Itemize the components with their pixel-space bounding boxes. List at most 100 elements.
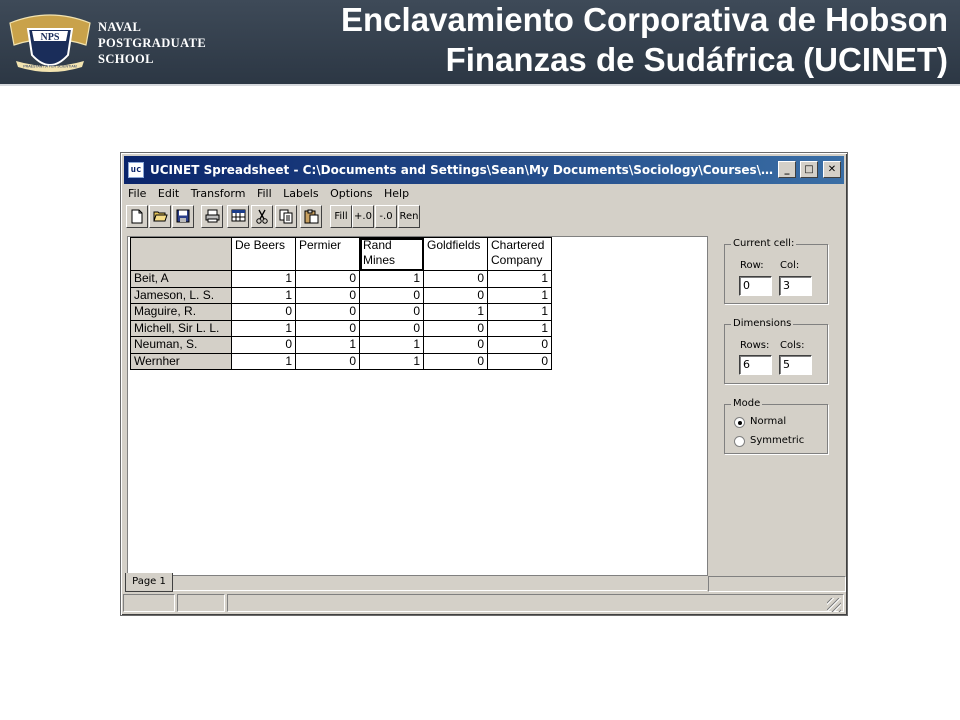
copy-button[interactable] [275, 205, 297, 228]
mode-symmetric-radio[interactable] [734, 436, 745, 447]
menu-bar: File Edit Transform Fill Labels Options … [124, 185, 844, 203]
row-header[interactable]: Beit, A [130, 270, 232, 288]
print-button[interactable] [201, 205, 223, 228]
matrix-cell[interactable]: 0 [295, 303, 360, 321]
matrix-cell[interactable]: 1 [423, 303, 488, 321]
matrix-cell[interactable]: 0 [423, 286, 488, 304]
fill-button[interactable]: Fill [330, 205, 352, 228]
matrix-cell[interactable]: 1 [359, 270, 424, 288]
mode-normal-label: Normal [750, 416, 787, 427]
menu-edit[interactable]: Edit [154, 185, 183, 203]
col-header-label: Rand [363, 238, 392, 252]
current-row-field[interactable]: 0 [739, 276, 772, 296]
menu-fill[interactable]: Fill [253, 185, 276, 203]
row-header[interactable]: Jameson, L. S. [130, 286, 232, 304]
paste-button[interactable] [300, 205, 322, 228]
cols-label: Cols: [780, 340, 805, 351]
spreadsheet-grid[interactable]: De Beers Permier Rand Mines Goldfields Ch… [127, 236, 708, 576]
nps-motto-text: PRAESTANTIA PER SCIENTIAM [23, 65, 76, 69]
matrix-cell[interactable]: 1 [487, 319, 552, 337]
col-header-label-line-2: Mines [363, 253, 396, 267]
matrix-cell[interactable]: 1 [487, 286, 552, 304]
table-row: Jameson, L. S. 1 0 0 0 1 [130, 286, 552, 304]
paste-icon [304, 209, 318, 224]
matrix-cell[interactable]: 1 [359, 352, 424, 370]
matrix-cell[interactable]: 0 [423, 319, 488, 337]
row-header[interactable]: Neuman, S. [130, 336, 232, 354]
grid-button[interactable] [227, 205, 249, 228]
wordmark-line-2: POSTGRADUATE [98, 36, 207, 50]
col-header-goldfields[interactable]: Goldfields [423, 237, 488, 271]
table-row: Maguire, R. 0 0 0 1 1 [130, 303, 552, 321]
col-label: Col: [780, 260, 800, 271]
minimize-button[interactable]: _ [778, 161, 796, 178]
window-titlebar[interactable]: uc UCINET Spreadsheet - C:\Documents and… [124, 156, 844, 184]
current-cell-label: Current cell: [731, 237, 797, 251]
matrix-cell[interactable]: 0 [359, 303, 424, 321]
matrix-cell[interactable]: 0 [487, 352, 552, 370]
ucinet-app-icon[interactable]: uc [128, 162, 144, 178]
matrix-cell[interactable]: 0 [231, 303, 296, 321]
matrix-cell[interactable]: 0 [231, 336, 296, 354]
matrix-cell[interactable]: 0 [295, 352, 360, 370]
status-pane-3 [227, 594, 844, 612]
menu-help[interactable]: Help [380, 185, 413, 203]
matrix-cell[interactable]: 0 [295, 286, 360, 304]
row-header[interactable]: Maguire, R. [130, 303, 232, 321]
save-button[interactable] [172, 205, 194, 228]
col-header-de-beers[interactable]: De Beers [231, 237, 296, 271]
matrix-cell[interactable]: 1 [231, 352, 296, 370]
print-icon [205, 209, 219, 223]
matrix-cell[interactable]: 1 [231, 270, 296, 288]
matrix-cell[interactable]: 0 [359, 286, 424, 304]
menu-options[interactable]: Options [326, 185, 376, 203]
col-header-label: Goldfields [427, 238, 481, 252]
matrix-cell[interactable]: 1 [487, 270, 552, 288]
matrix-cell[interactable]: 0 [423, 352, 488, 370]
wordmark-line-3: SCHOOL [98, 52, 154, 66]
matrix-cell[interactable]: 0 [487, 336, 552, 354]
matrix-cell[interactable]: 0 [295, 270, 360, 288]
matrix-cell[interactable]: 1 [359, 336, 424, 354]
add-decimal-button[interactable]: +.0 [352, 205, 374, 228]
col-header-rand-mines[interactable]: Rand Mines [359, 237, 424, 271]
rename-button[interactable]: Ren [398, 205, 420, 228]
remove-decimal-button[interactable]: -.0 [375, 205, 397, 228]
save-disk-icon [176, 209, 190, 223]
matrix-cell[interactable]: 0 [359, 319, 424, 337]
matrix-cell[interactable]: 1 [231, 319, 296, 337]
mode-normal-radio[interactable] [734, 417, 745, 428]
mode-label: Mode [731, 397, 763, 411]
matrix-cell[interactable]: 1 [231, 286, 296, 304]
matrix-cell[interactable]: 0 [295, 319, 360, 337]
rows-field[interactable]: 6 [739, 355, 772, 375]
maximize-button[interactable]: □ [800, 161, 818, 178]
sheet-tab-page-1[interactable]: Page 1 [125, 573, 173, 592]
matrix-cell[interactable]: 1 [487, 303, 552, 321]
new-file-button[interactable] [126, 205, 148, 228]
matrix-cell[interactable]: 0 [423, 270, 488, 288]
wordmark-line-1: NAVAL [98, 20, 142, 34]
col-header-label: Permier [299, 238, 342, 252]
cut-button[interactable] [251, 205, 273, 228]
header-row: De Beers Permier Rand Mines Goldfields Ch… [130, 237, 552, 271]
cols-field[interactable]: 5 [779, 355, 812, 375]
menu-file[interactable]: File [124, 185, 150, 203]
menu-transform[interactable]: Transform [187, 185, 250, 203]
menu-labels[interactable]: Labels [279, 185, 322, 203]
resize-grip-icon[interactable] [827, 598, 841, 612]
current-col-field[interactable]: 3 [779, 276, 812, 296]
row-label: Row: [740, 260, 764, 271]
mode-symmetric-label: Symmetric [750, 435, 805, 446]
slide-header: NPS PRAESTANTIA PER SCIENTIAM NAVAL POST… [0, 0, 960, 86]
close-button[interactable]: ✕ [823, 161, 841, 178]
row-header[interactable]: Michell, Sir L. L. [130, 319, 232, 337]
open-button[interactable] [149, 205, 171, 228]
corner-cell[interactable] [130, 237, 232, 271]
matrix-cell[interactable]: 1 [295, 336, 360, 354]
col-header-permier[interactable]: Permier [295, 237, 360, 271]
row-header[interactable]: Wernher [130, 352, 232, 370]
col-header-chartered-company[interactable]: Chartered Company [487, 237, 552, 271]
matrix-cell[interactable]: 0 [423, 336, 488, 354]
table-row: Neuman, S. 0 1 1 0 0 [130, 336, 552, 354]
